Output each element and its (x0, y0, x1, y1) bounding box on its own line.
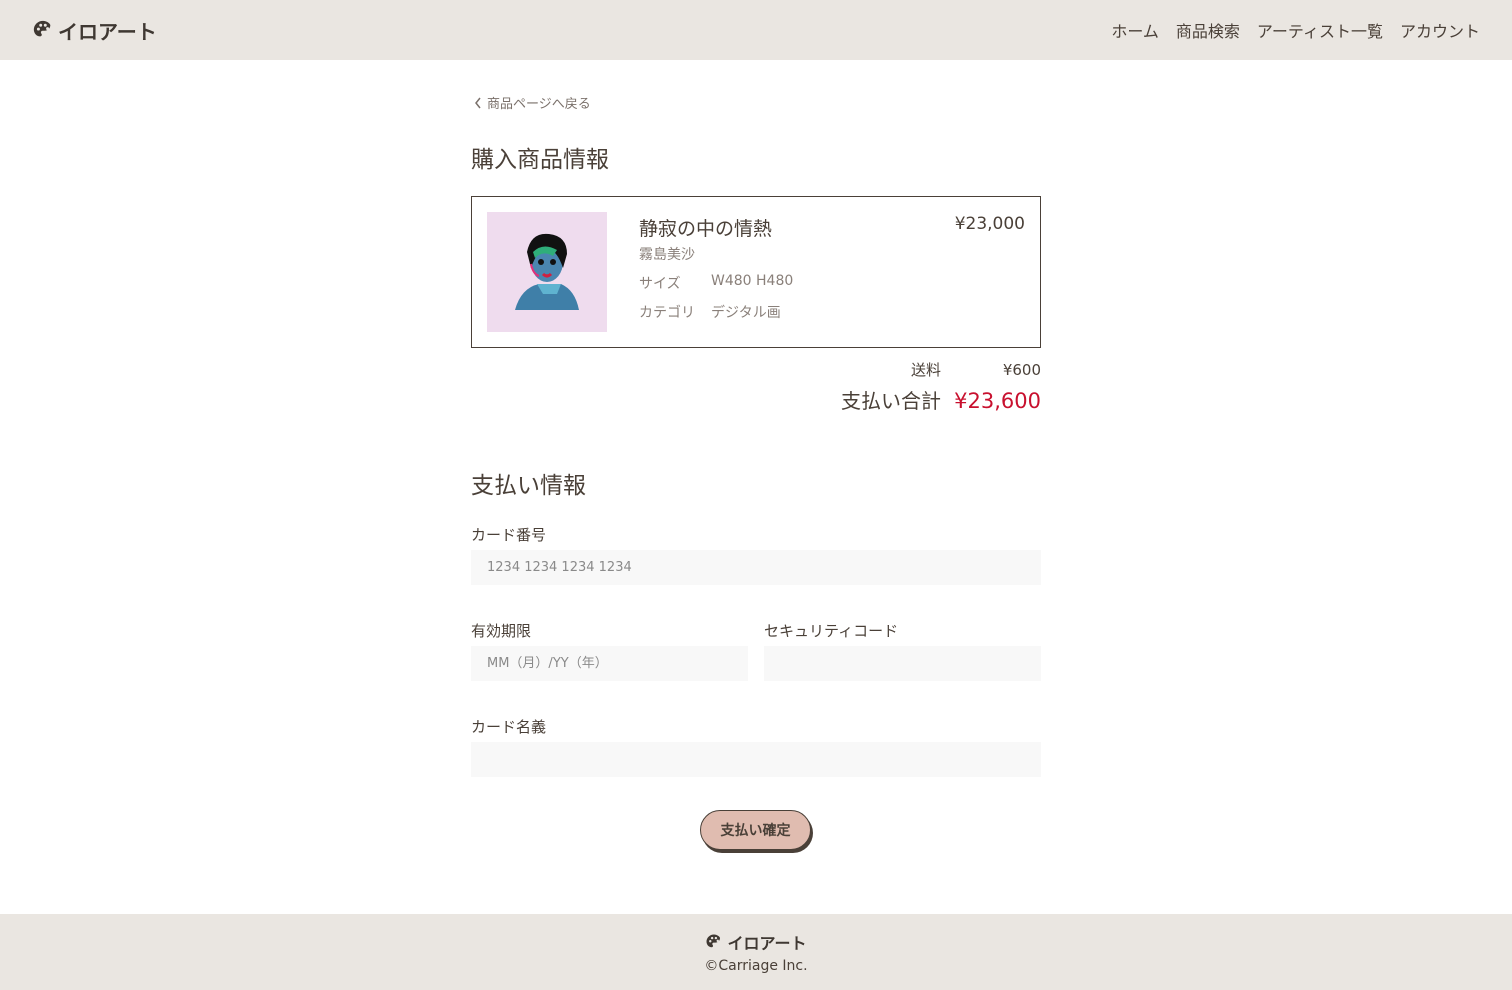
payment-section-title: 支払い情報 (471, 473, 586, 499)
artwork-image (487, 212, 607, 332)
purchase-section-title: 購入商品情報 (471, 147, 609, 173)
card-holder-label: カード名義 (471, 718, 547, 736)
expiry-label: 有効期限 (471, 622, 532, 640)
total-label: 支払い合計 (841, 389, 941, 413)
total-value: ¥23,600 (954, 389, 1041, 413)
card-number-label: カード番号 (471, 526, 547, 544)
palette-icon (706, 934, 721, 948)
category-value: デジタル画 (711, 305, 781, 321)
artwork-thumbnail[interactable] (487, 212, 607, 332)
site-header: イロアート ホーム 商品検索 アーティスト一覧 アカウント (0, 0, 1512, 60)
product-title: 静寂の中の情熱 (639, 218, 773, 240)
product-category-row: カテゴリ デジタル画 (639, 302, 781, 322)
nav-artist-list[interactable]: アーティスト一覧 (1257, 18, 1383, 42)
copyright-text: ©Carriage Inc. (704, 958, 808, 974)
category-label: カテゴリ (639, 305, 695, 321)
logo-text: イロアート (58, 19, 157, 44)
main-nav: ホーム 商品検索 アーティスト一覧 アカウント (1111, 18, 1480, 42)
security-code-label: セキュリティコード (764, 622, 899, 640)
nav-home[interactable]: ホーム (1111, 18, 1159, 42)
footer-logo-text: イロアート (727, 934, 807, 953)
footer-logo[interactable]: イロアート (705, 930, 807, 954)
security-code-input[interactable] (764, 646, 1041, 681)
shipping-value: ¥600 (1002, 361, 1041, 379)
nav-product-search[interactable]: 商品検索 (1176, 18, 1240, 42)
total-row: 支払い合計 ¥23,600 (471, 385, 1041, 414)
product-size-row: サイズ W480 H480 (639, 273, 793, 293)
product-price: ¥23,000 (954, 214, 1025, 234)
site-footer: イロアート ©Carriage Inc. (0, 914, 1512, 990)
shipping-row: 送料 ¥600 (471, 359, 1041, 380)
palette-icon (33, 20, 51, 37)
size-label: サイズ (639, 276, 681, 292)
card-holder-input[interactable] (471, 742, 1041, 777)
size-value: W480 H480 (711, 273, 794, 289)
chevron-left-icon (475, 97, 481, 108)
nav-account[interactable]: アカウント (1400, 18, 1480, 42)
site-logo[interactable]: イロアート (32, 16, 157, 45)
back-link-label: 商品ページへ戻る (487, 97, 591, 112)
back-to-product-link[interactable]: 商品ページへ戻る (474, 93, 591, 112)
confirm-payment-button[interactable]: 支払い確定 (700, 810, 811, 850)
product-card: 静寂の中の情熱 霧島美沙 サイズ W480 H480 カテゴリ デジタル画 ¥2… (471, 196, 1041, 348)
card-number-input[interactable] (471, 550, 1041, 585)
product-artist[interactable]: 霧島美沙 (639, 244, 695, 264)
expiry-input[interactable] (471, 646, 748, 681)
shipping-label: 送料 (910, 361, 941, 379)
